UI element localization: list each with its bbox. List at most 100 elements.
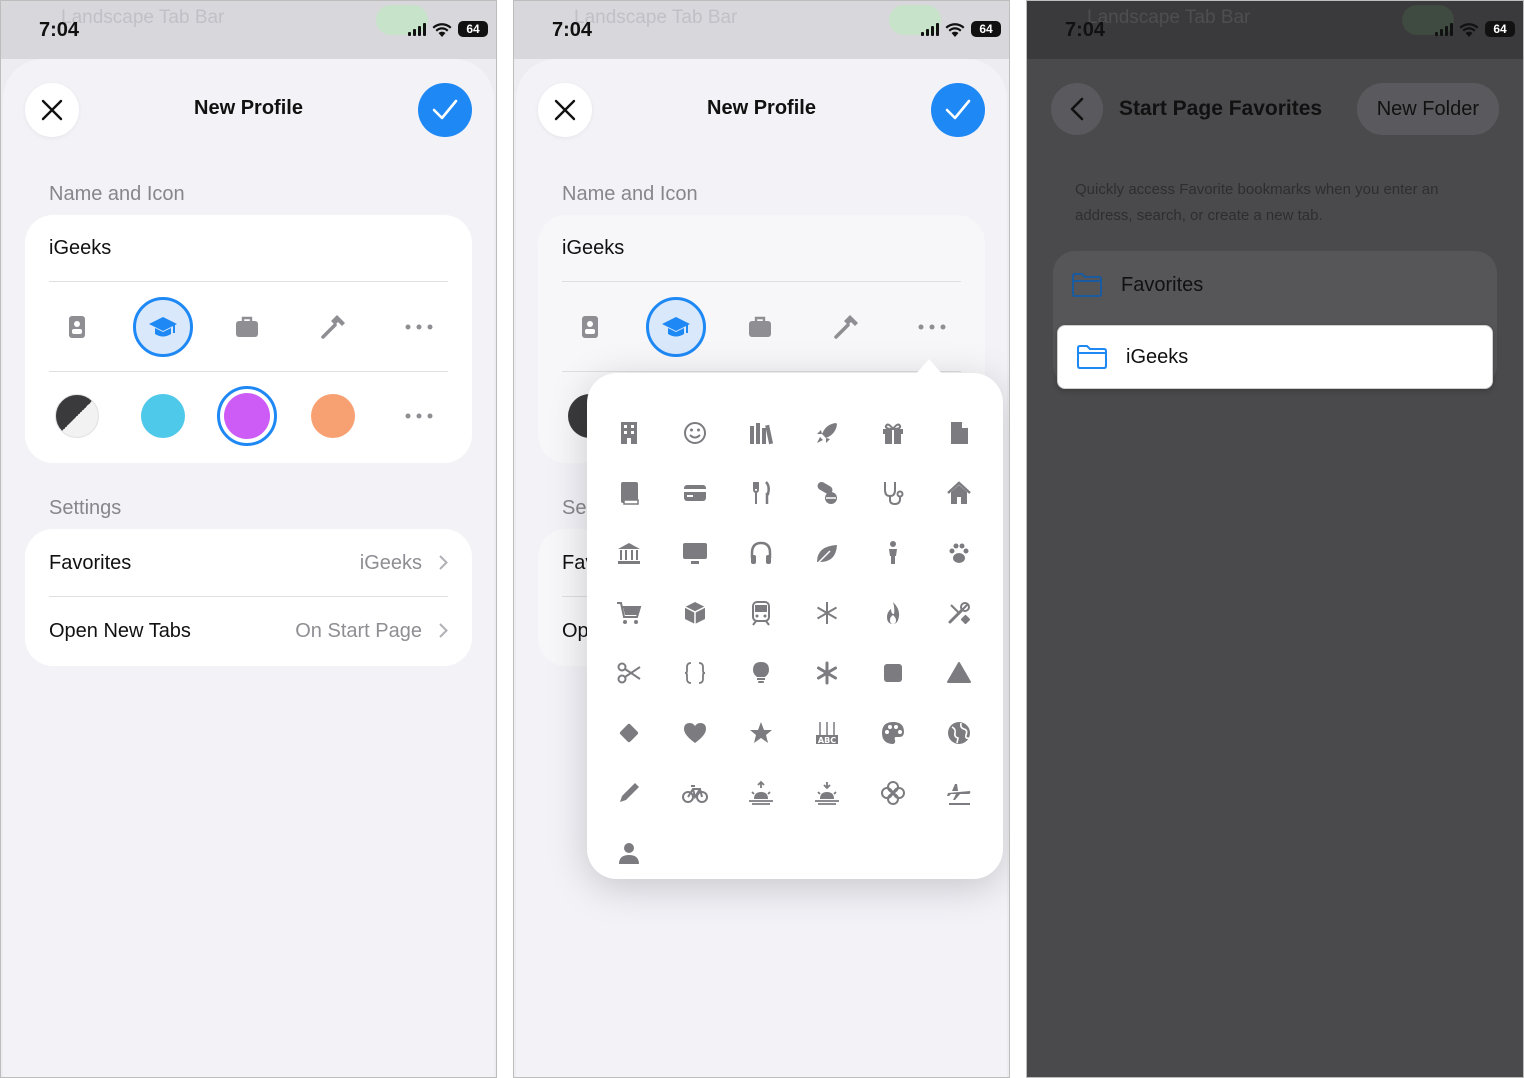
more-icon — [918, 324, 946, 330]
icon-choice-smiley[interactable] — [675, 413, 715, 453]
snowflake-icon — [816, 602, 838, 624]
icon-choice-snowflake[interactable] — [807, 593, 847, 633]
new-folder-button[interactable]: New Folder — [1356, 83, 1499, 135]
icon-option-id-badge[interactable] — [47, 297, 107, 357]
icon-choice-leaf[interactable] — [807, 533, 847, 573]
back-button[interactable] — [1051, 83, 1103, 135]
description-text: Quickly access Favorite bookmarks when y… — [1075, 181, 1439, 224]
house-icon — [947, 481, 971, 504]
settings-row-favorites[interactable]: Favorites iGeeks — [25, 529, 472, 597]
headphones-icon — [750, 541, 772, 564]
icon-choice-cart[interactable] — [609, 593, 649, 633]
sunset-icon — [815, 782, 839, 805]
icon-choice-palette[interactable] — [873, 713, 913, 753]
asterisk-icon — [817, 661, 837, 685]
icon-choice-flame[interactable] — [873, 593, 913, 633]
icon-option-id-badge[interactable] — [560, 297, 620, 357]
checkmark-icon — [945, 99, 971, 120]
profile-name-field[interactable]: iGeeks — [49, 237, 111, 260]
section-label-settings-partial: Se — [562, 497, 587, 519]
icon-choice-airplane[interactable] — [939, 773, 979, 813]
settings-row-label: Open New Tabs — [49, 620, 191, 642]
icon-choice-stethoscope[interactable] — [873, 473, 913, 513]
icon-choice-book[interactable] — [609, 473, 649, 513]
icon-choice-bicycle[interactable] — [675, 773, 715, 813]
wifi-icon — [945, 22, 965, 37]
icon-choice-tv[interactable] — [675, 533, 715, 573]
graduation-cap-icon — [149, 317, 177, 337]
icon-choice-books[interactable] — [741, 413, 781, 453]
icon-option-more[interactable] — [389, 297, 449, 357]
svg-text:ABC: ABC — [818, 736, 836, 745]
icon-choice-headphones[interactable] — [741, 533, 781, 573]
icon-choice-sunrise[interactable] — [741, 773, 781, 813]
icon-choice-star[interactable] — [741, 713, 781, 753]
icon-choice-square[interactable] — [873, 653, 913, 693]
icon-choice-gift[interactable] — [873, 413, 913, 453]
folder-row-igeeks[interactable]: iGeeks — [1057, 325, 1493, 389]
icon-choice-flower[interactable] — [873, 773, 913, 813]
done-button[interactable] — [418, 83, 472, 137]
background-ghost-text: Landscape Tab Bar — [1087, 7, 1251, 28]
color-option-orange[interactable] — [303, 386, 363, 446]
icon-choice-building[interactable] — [609, 413, 649, 453]
color-option-dark[interactable] — [47, 386, 107, 446]
icon-choice-diamond[interactable] — [609, 713, 649, 753]
sunrise-icon — [749, 780, 773, 805]
icon-choice-triangle[interactable] — [939, 653, 979, 693]
palette-icon — [882, 722, 904, 744]
icon-option-graduation-cap[interactable] — [646, 297, 706, 357]
icon-option-hammer[interactable] — [816, 297, 876, 357]
icon-choice-pencil[interactable] — [609, 773, 649, 813]
icon-option-briefcase[interactable] — [217, 297, 277, 357]
icon-choice-pills[interactable] — [807, 473, 847, 513]
icon-choice-tools[interactable] — [939, 593, 979, 633]
icon-choice-rocket[interactable] — [807, 413, 847, 453]
box-icon — [684, 602, 706, 624]
icon-choice-credit-card[interactable] — [675, 473, 715, 513]
icon-choice-fork-knife[interactable] — [741, 473, 781, 513]
icon-option-more[interactable] — [902, 297, 962, 357]
cart-icon — [617, 602, 642, 624]
star-icon — [750, 722, 772, 743]
icon-choice-lightbulb[interactable] — [741, 653, 781, 693]
icon-choice-person-standing[interactable] — [873, 533, 913, 573]
color-option-cyan[interactable] — [133, 386, 193, 446]
icon-choice-asterisk[interactable] — [807, 653, 847, 693]
icon-choice-box[interactable] — [675, 593, 715, 633]
scissors-icon — [617, 662, 641, 684]
icon-option-briefcase[interactable] — [730, 297, 790, 357]
status-icons: 64 — [1435, 21, 1515, 37]
icon-choice-paw[interactable] — [939, 533, 979, 573]
icon-picker-popup: ABC — [587, 359, 1003, 879]
settings-row-label-partial[interactable]: Op — [562, 620, 589, 643]
icon-choice-scissors[interactable] — [609, 653, 649, 693]
icon-choice-braces[interactable] — [675, 653, 715, 693]
icon-choice-globe[interactable] — [939, 713, 979, 753]
icon-choice-person[interactable] — [609, 833, 649, 873]
tv-icon — [683, 543, 707, 564]
color-option-purple[interactable] — [217, 386, 277, 446]
icon-choice-tram[interactable] — [741, 593, 781, 633]
cellular-signal-icon — [1435, 22, 1453, 36]
icon-choice-sunset[interactable] — [807, 773, 847, 813]
paw-icon — [949, 543, 969, 563]
color-option-more[interactable] — [389, 386, 449, 446]
icon-choice-document[interactable] — [939, 413, 979, 453]
section-label-settings: Settings — [49, 497, 122, 519]
icon-option-hammer[interactable] — [303, 297, 363, 357]
profile-name-field[interactable]: iGeeks — [562, 237, 624, 260]
icon-choice-heart[interactable] — [675, 713, 715, 753]
icon-choice-abc-blocks[interactable]: ABC — [807, 713, 847, 753]
folder-row-favorites[interactable]: Favorites — [1053, 251, 1497, 319]
icon-choice-house[interactable] — [939, 473, 979, 513]
cellular-signal-icon — [921, 22, 939, 36]
status-icons: 64 — [921, 21, 1001, 37]
settings-row-open-new-tabs[interactable]: Open New Tabs On Start Page — [25, 597, 472, 665]
checkmark-icon — [432, 99, 458, 120]
done-button[interactable] — [931, 83, 985, 137]
divider — [562, 281, 961, 282]
icon-option-graduation-cap[interactable] — [133, 297, 193, 357]
icon-choice-bank[interactable] — [609, 533, 649, 573]
divider — [49, 371, 448, 372]
